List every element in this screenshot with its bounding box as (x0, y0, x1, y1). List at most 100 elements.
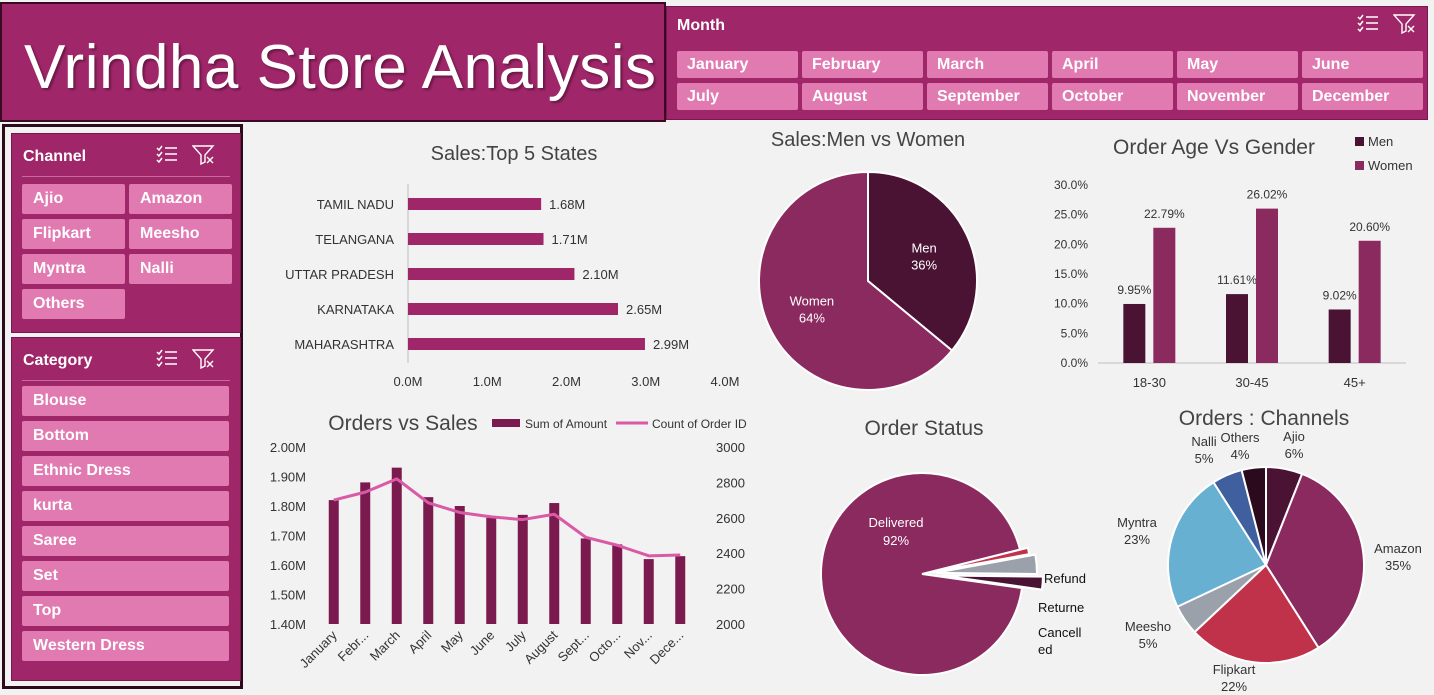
bar (408, 198, 542, 210)
slice-percent: 35% (1385, 558, 1411, 573)
y-tick-label: KARNATAKA (317, 302, 394, 317)
channel-slicer-heading: Channel (23, 148, 87, 165)
data-label: 2.99M (653, 337, 689, 352)
bar (1256, 208, 1278, 363)
y-tick-label: 25.0% (1054, 208, 1088, 222)
legend-label: Count of Order ID (652, 417, 747, 431)
slice-percent: 4% (1231, 447, 1250, 462)
category-button-saree[interactable]: Saree (22, 526, 229, 556)
multi-select-icon[interactable] (156, 348, 178, 370)
bar (580, 538, 591, 624)
clear-filter-icon[interactable] (192, 348, 216, 370)
y-tick-label: 5.0% (1061, 326, 1089, 340)
channel-button-nalli[interactable]: Nalli (129, 254, 232, 284)
month-button-february[interactable]: February (802, 51, 923, 78)
dashboard: Vrindha Store Analysis Month January Febr… (0, 0, 1434, 695)
chart-title: Orders vs Sales (328, 412, 477, 435)
month-button-january[interactable]: January (677, 51, 798, 78)
x-tick-label: January (297, 627, 341, 671)
channel-button-amazon[interactable]: Amazon (129, 184, 232, 214)
legend-label: Men (1368, 134, 1393, 149)
age-gender-chart: Order Age Vs Gender Men Women 0.0% 5.0% 10.0%… (1040, 128, 1430, 398)
month-button-august[interactable]: August (802, 83, 923, 110)
divider (22, 380, 230, 381)
month-button-march[interactable]: March (927, 51, 1048, 78)
legend-label: Sum of Amount (525, 417, 608, 431)
clear-filter-icon[interactable] (1393, 13, 1417, 35)
month-button-grid: January February March April May June July Augu… (677, 51, 1423, 110)
category-button-top[interactable]: Top (22, 596, 229, 626)
month-button-april[interactable]: April (1052, 51, 1173, 78)
slice-percent: 6% (1285, 446, 1304, 461)
multi-select-icon[interactable] (156, 144, 178, 166)
multi-select-icon[interactable] (1357, 13, 1379, 35)
category-button-blouse[interactable]: Blouse (22, 386, 229, 416)
channel-button-flipkart[interactable]: Flipkart (22, 219, 125, 249)
channel-button-others[interactable]: Others (22, 289, 125, 319)
category-button-kurta[interactable]: kurta (22, 491, 229, 521)
category-button-ethnic-dress[interactable]: Ethnic Dress (22, 456, 229, 486)
channel-button-ajio[interactable]: Ajio (22, 184, 125, 214)
bar (643, 559, 654, 624)
y-left-tick-label: 2.00M (270, 440, 306, 455)
y-right-tick-label: 2800 (716, 475, 745, 490)
month-button-october[interactable]: October (1052, 83, 1173, 110)
channel-slicer: Channel Ajio Amazon Flipkart Meesho Myntra Na… (11, 133, 241, 333)
x-tick-label: 1.0M (473, 374, 502, 389)
channel-button-meesho[interactable]: Meesho (129, 219, 232, 249)
data-label: 2.65M (626, 302, 662, 317)
month-slicer-heading: Month (677, 17, 725, 34)
data-label: 26.02% (1247, 188, 1288, 202)
y-tick-label: 0.0% (1061, 356, 1089, 370)
channel-button-grid: Ajio Amazon Flipkart Meesho Myntra Nalli Other… (22, 184, 232, 319)
month-button-november[interactable]: November (1177, 83, 1298, 110)
category-button-list: Blouse Bottom Ethnic Dress kurta Saree Set Top… (22, 386, 229, 661)
slice-label: Men (911, 241, 936, 256)
y-left-tick-label: 1.70M (270, 529, 306, 544)
y-tick-label: 15.0% (1054, 267, 1088, 281)
chart-title: Order Age Vs Gender (1113, 136, 1315, 159)
data-label: 2.10M (582, 267, 618, 282)
month-button-december[interactable]: December (1302, 83, 1423, 110)
month-button-september[interactable]: September (927, 83, 1048, 110)
x-tick-label: March (367, 628, 403, 664)
bar (360, 482, 371, 624)
bar (408, 338, 645, 350)
month-button-may[interactable]: May (1177, 51, 1298, 78)
channel-button-myntra[interactable]: Myntra (22, 254, 125, 284)
data-label: 11.61% (1217, 273, 1257, 287)
y-left-tick-label: 1.50M (270, 588, 306, 603)
month-button-june[interactable]: June (1302, 51, 1423, 78)
bar (408, 303, 619, 315)
slice-percent: 5% (1139, 636, 1158, 651)
slice-label: Refund (1044, 571, 1086, 586)
month-button-july[interactable]: July (677, 83, 798, 110)
channels-chart: Orders : Channels Ajio 6% Amazon 35% Flipkart… (1100, 400, 1430, 694)
category-button-set[interactable]: Set (22, 561, 229, 591)
category-button-western-dress[interactable]: Western Dress (22, 631, 229, 661)
bar (612, 544, 623, 624)
x-tick-label: May (438, 627, 466, 655)
y-right-tick-label: 2200 (716, 582, 745, 597)
slice-percent: 92% (883, 533, 909, 548)
slice-percent: 64% (799, 310, 825, 325)
x-tick-label: August (521, 627, 560, 666)
slice-label: Meesho (1125, 619, 1171, 634)
category-slicer: Category Blouse Bottom Ethnic Dress kurta Sa… (11, 337, 241, 681)
bar (675, 556, 686, 624)
clear-filter-icon[interactable] (192, 144, 216, 166)
legend-label: Women (1368, 158, 1413, 173)
slice-label: Delivered (869, 515, 924, 530)
legend-swatch (1355, 161, 1364, 170)
category-button-bottom[interactable]: Bottom (22, 421, 229, 451)
slice-percent: 22% (1221, 679, 1247, 694)
bar (549, 503, 560, 624)
slice-label: Ajio (1283, 429, 1305, 444)
legend-swatch (492, 419, 520, 427)
slice-label: ed (1038, 642, 1052, 657)
bar (1123, 303, 1146, 363)
data-label: 9.02% (1323, 288, 1357, 302)
order-status-chart: Order Status Delivered 92% Refund Returne Can… (800, 408, 1100, 693)
bar (423, 497, 434, 624)
y-tick-label: TELANGANA (315, 232, 394, 247)
